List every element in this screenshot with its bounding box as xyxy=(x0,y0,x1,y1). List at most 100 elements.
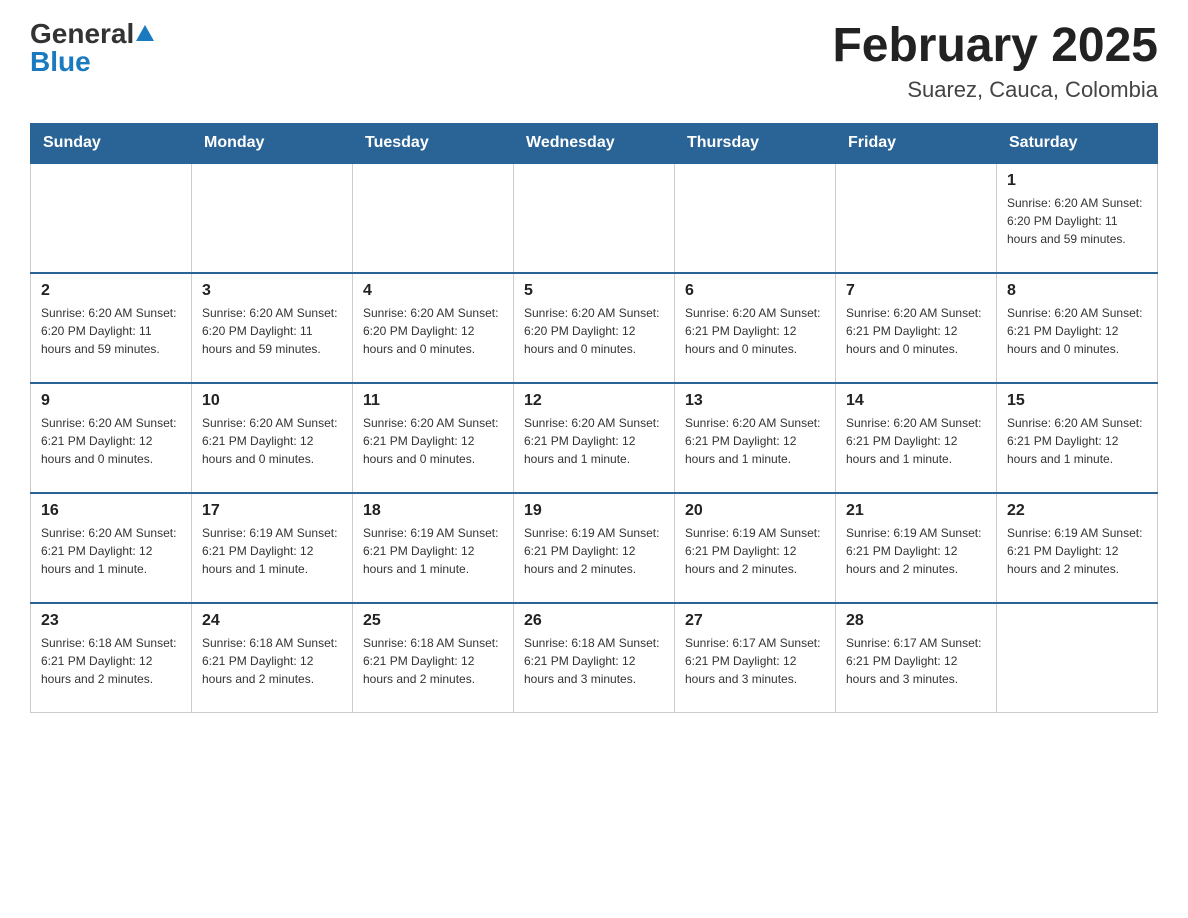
logo-general: General xyxy=(30,20,134,48)
calendar-row-2: 9 Sunrise: 6:20 AM Sunset: 6:21 PM Daylig… xyxy=(31,383,1158,493)
table-row xyxy=(31,163,192,273)
day-number: 9 xyxy=(41,392,181,410)
table-row: 17 Sunrise: 6:19 AM Sunset: 6:21 PM Dayli… xyxy=(192,493,353,603)
table-row: 9 Sunrise: 6:20 AM Sunset: 6:21 PM Daylig… xyxy=(31,383,192,493)
day-info: Sunrise: 6:20 AM Sunset: 6:20 PM Dayligh… xyxy=(202,304,342,358)
table-row xyxy=(353,163,514,273)
day-info: Sunrise: 6:20 AM Sunset: 6:21 PM Dayligh… xyxy=(202,414,342,468)
day-number: 6 xyxy=(685,282,825,300)
table-row: 21 Sunrise: 6:19 AM Sunset: 6:21 PM Dayli… xyxy=(836,493,997,603)
col-wednesday: Wednesday xyxy=(514,123,675,163)
table-row: 27 Sunrise: 6:17 AM Sunset: 6:21 PM Dayli… xyxy=(675,603,836,713)
day-number: 11 xyxy=(363,392,503,410)
table-row: 20Sunrise: 6:19 AM Sunset: 6:21 PM Dayli… xyxy=(675,493,836,603)
day-info: Sunrise: 6:20 AM Sunset: 6:20 PM Dayligh… xyxy=(363,304,503,358)
table-row xyxy=(514,163,675,273)
day-info: Sunrise: 6:20 AM Sunset: 6:21 PM Dayligh… xyxy=(1007,304,1147,358)
day-info: Sunrise: 6:18 AM Sunset: 6:21 PM Dayligh… xyxy=(524,634,664,688)
table-row: 3 Sunrise: 6:20 AM Sunset: 6:20 PM Daylig… xyxy=(192,273,353,383)
table-row: 11Sunrise: 6:20 AM Sunset: 6:21 PM Dayli… xyxy=(353,383,514,493)
day-info: Sunrise: 6:19 AM Sunset: 6:21 PM Dayligh… xyxy=(363,524,503,578)
col-thursday: Thursday xyxy=(675,123,836,163)
calendar-header-row: Sunday Monday Tuesday Wednesday Thursday… xyxy=(31,123,1158,163)
table-row xyxy=(836,163,997,273)
day-info: Sunrise: 6:20 AM Sunset: 6:21 PM Dayligh… xyxy=(685,304,825,358)
table-row: 8 Sunrise: 6:20 AM Sunset: 6:21 PM Daylig… xyxy=(997,273,1158,383)
day-number: 24 xyxy=(202,612,342,630)
day-number: 21 xyxy=(846,502,986,520)
table-row: 18 Sunrise: 6:19 AM Sunset: 6:21 PM Dayli… xyxy=(353,493,514,603)
day-info: Sunrise: 6:18 AM Sunset: 6:21 PM Dayligh… xyxy=(363,634,503,688)
day-info: Sunrise: 6:20 AM Sunset: 6:21 PM Dayligh… xyxy=(524,414,664,468)
day-number: 15 xyxy=(1007,392,1147,410)
logo-triangle-icon xyxy=(136,25,154,46)
col-tuesday: Tuesday xyxy=(353,123,514,163)
title-block: February 2025 Suarez, Cauca, Colombia xyxy=(832,20,1158,103)
day-number: 19 xyxy=(524,502,664,520)
day-number: 17 xyxy=(202,502,342,520)
table-row: 28Sunrise: 6:17 AM Sunset: 6:21 PM Dayli… xyxy=(836,603,997,713)
table-row: 19 Sunrise: 6:19 AM Sunset: 6:21 PM Dayli… xyxy=(514,493,675,603)
table-row: 15 Sunrise: 6:20 AM Sunset: 6:21 PM Dayli… xyxy=(997,383,1158,493)
day-number: 26 xyxy=(524,612,664,630)
table-row: 6 Sunrise: 6:20 AM Sunset: 6:21 PM Daylig… xyxy=(675,273,836,383)
day-number: 18 xyxy=(363,502,503,520)
day-info: Sunrise: 6:18 AM Sunset: 6:21 PM Dayligh… xyxy=(202,634,342,688)
day-number: 27 xyxy=(685,612,825,630)
col-friday: Friday xyxy=(836,123,997,163)
day-number: 8 xyxy=(1007,282,1147,300)
calendar-row-4: 23Sunrise: 6:18 AM Sunset: 6:21 PM Dayli… xyxy=(31,603,1158,713)
day-number: 14 xyxy=(846,392,986,410)
day-info: Sunrise: 6:17 AM Sunset: 6:21 PM Dayligh… xyxy=(685,634,825,688)
day-info: Sunrise: 6:17 AM Sunset: 6:21 PM Dayligh… xyxy=(846,634,986,688)
calendar-row-1: 2Sunrise: 6:20 AM Sunset: 6:20 PM Daylig… xyxy=(31,273,1158,383)
table-row: 25 Sunrise: 6:18 AM Sunset: 6:21 PM Dayli… xyxy=(353,603,514,713)
day-number: 3 xyxy=(202,282,342,300)
table-row: 23Sunrise: 6:18 AM Sunset: 6:21 PM Dayli… xyxy=(31,603,192,713)
table-row: 10 Sunrise: 6:20 AM Sunset: 6:21 PM Dayli… xyxy=(192,383,353,493)
table-row xyxy=(675,163,836,273)
table-row: 16 Sunrise: 6:20 AM Sunset: 6:21 PM Dayli… xyxy=(31,493,192,603)
day-info: Sunrise: 6:19 AM Sunset: 6:21 PM Dayligh… xyxy=(202,524,342,578)
day-number: 1 xyxy=(1007,172,1147,190)
table-row: 26 Sunrise: 6:18 AM Sunset: 6:21 PM Dayli… xyxy=(514,603,675,713)
day-number: 16 xyxy=(41,502,181,520)
page-header: General Blue February 2025 Suarez, Cauca… xyxy=(30,20,1158,103)
day-info: Sunrise: 6:20 AM Sunset: 6:21 PM Dayligh… xyxy=(41,414,181,468)
table-row: 22 Sunrise: 6:19 AM Sunset: 6:21 PM Dayli… xyxy=(997,493,1158,603)
day-number: 4 xyxy=(363,282,503,300)
day-info: Sunrise: 6:20 AM Sunset: 6:20 PM Dayligh… xyxy=(1007,194,1147,248)
calendar-row-0: 1 Sunrise: 6:20 AM Sunset: 6:20 PM Daylig… xyxy=(31,163,1158,273)
logo-blue: Blue xyxy=(30,48,91,76)
day-number: 25 xyxy=(363,612,503,630)
day-number: 10 xyxy=(202,392,342,410)
calendar-row-3: 16 Sunrise: 6:20 AM Sunset: 6:21 PM Dayli… xyxy=(31,493,1158,603)
table-row xyxy=(192,163,353,273)
day-info: Sunrise: 6:20 AM Sunset: 6:21 PM Dayligh… xyxy=(41,524,181,578)
table-row: 2Sunrise: 6:20 AM Sunset: 6:20 PM Daylig… xyxy=(31,273,192,383)
day-info: Sunrise: 6:19 AM Sunset: 6:21 PM Dayligh… xyxy=(1007,524,1147,578)
day-number: 12 xyxy=(524,392,664,410)
day-number: 13 xyxy=(685,392,825,410)
day-number: 22 xyxy=(1007,502,1147,520)
table-row: 1 Sunrise: 6:20 AM Sunset: 6:20 PM Daylig… xyxy=(997,163,1158,273)
day-info: Sunrise: 6:20 AM Sunset: 6:21 PM Dayligh… xyxy=(846,414,986,468)
day-info: Sunrise: 6:20 AM Sunset: 6:20 PM Dayligh… xyxy=(41,304,181,358)
day-info: Sunrise: 6:20 AM Sunset: 6:21 PM Dayligh… xyxy=(846,304,986,358)
table-row: 13 Sunrise: 6:20 AM Sunset: 6:21 PM Dayli… xyxy=(675,383,836,493)
table-row: 4 Sunrise: 6:20 AM Sunset: 6:20 PM Daylig… xyxy=(353,273,514,383)
table-row: 24 Sunrise: 6:18 AM Sunset: 6:21 PM Dayli… xyxy=(192,603,353,713)
day-info: Sunrise: 6:20 AM Sunset: 6:21 PM Dayligh… xyxy=(1007,414,1147,468)
table-row: 5Sunrise: 6:20 AM Sunset: 6:20 PM Daylig… xyxy=(514,273,675,383)
day-info: Sunrise: 6:20 AM Sunset: 6:21 PM Dayligh… xyxy=(685,414,825,468)
day-number: 5 xyxy=(524,282,664,300)
page-location: Suarez, Cauca, Colombia xyxy=(832,77,1158,103)
day-info: Sunrise: 6:19 AM Sunset: 6:21 PM Dayligh… xyxy=(524,524,664,578)
day-info: Sunrise: 6:18 AM Sunset: 6:21 PM Dayligh… xyxy=(41,634,181,688)
table-row: 7Sunrise: 6:20 AM Sunset: 6:21 PM Daylig… xyxy=(836,273,997,383)
day-info: Sunrise: 6:19 AM Sunset: 6:21 PM Dayligh… xyxy=(846,524,986,578)
table-row xyxy=(997,603,1158,713)
page-title: February 2025 xyxy=(832,20,1158,73)
table-row: 12 Sunrise: 6:20 AM Sunset: 6:21 PM Dayli… xyxy=(514,383,675,493)
col-monday: Monday xyxy=(192,123,353,163)
